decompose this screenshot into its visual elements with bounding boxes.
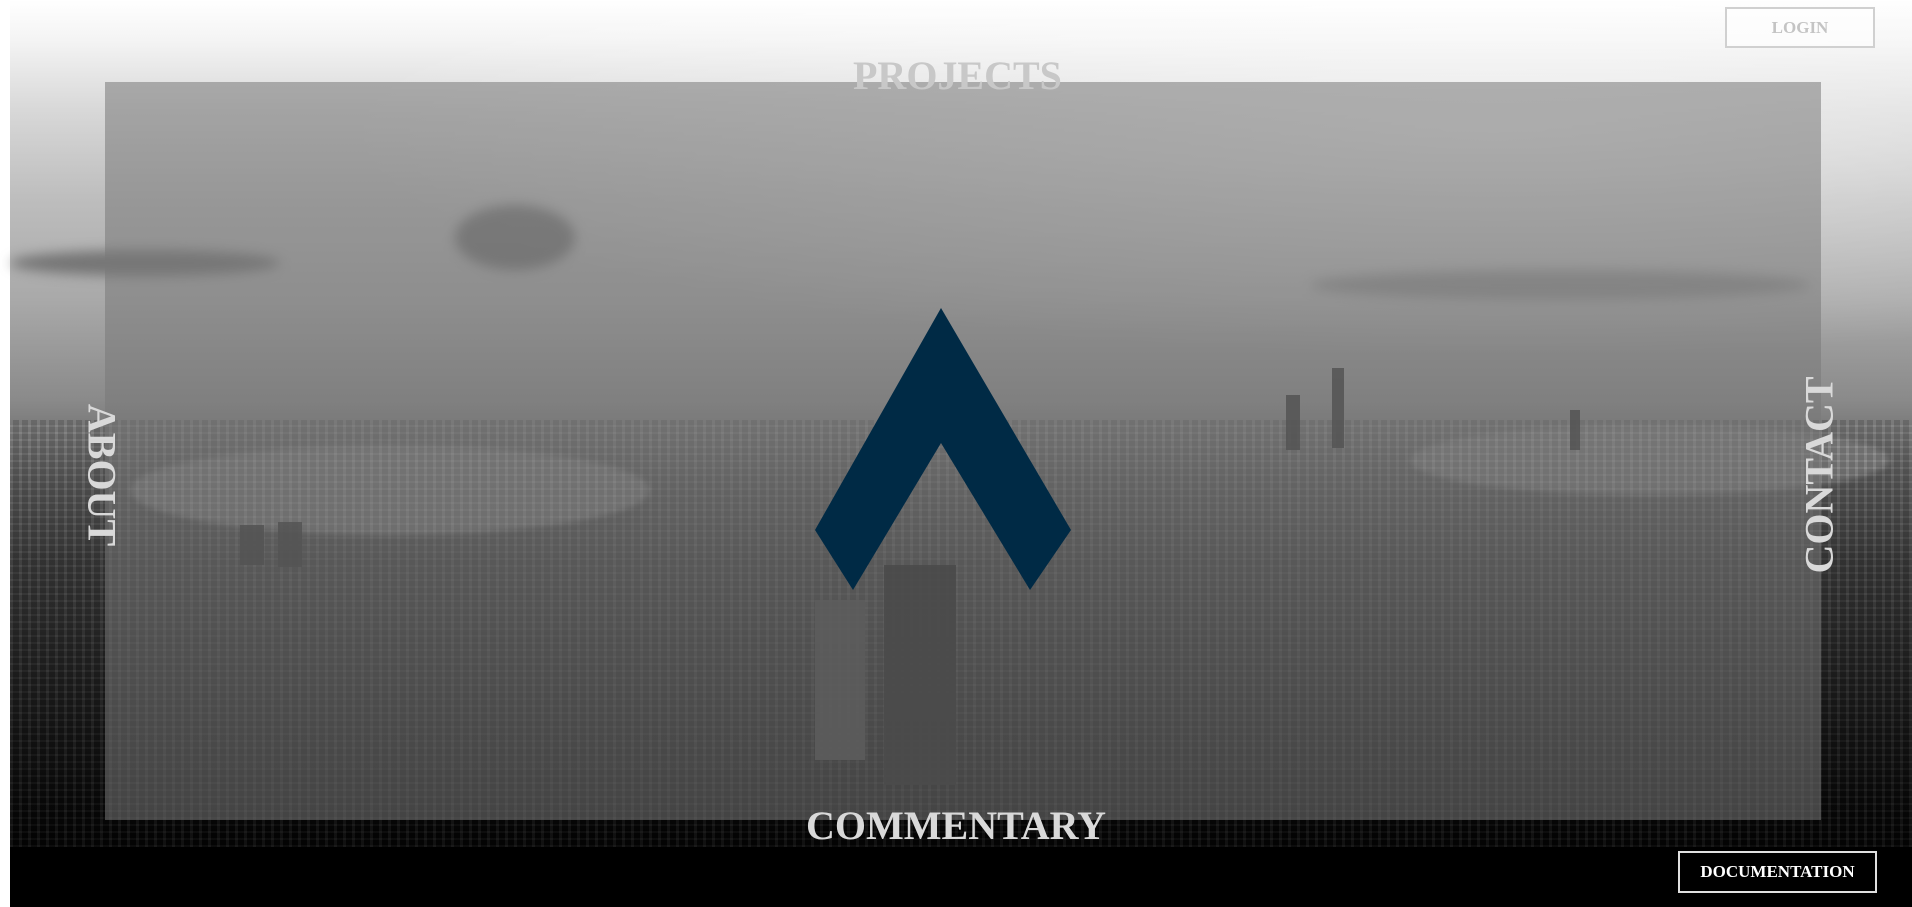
landing-page: PROJECTS COMMENTARY ABOUT CONTACT LOGIN … <box>0 0 1912 907</box>
chevron-up-logo-icon[interactable] <box>815 308 1071 590</box>
nav-link-about[interactable]: ABOUT <box>79 404 126 546</box>
nav-link-contact[interactable]: CONTACT <box>1796 376 1843 573</box>
logo-chevron-shape <box>815 308 1071 590</box>
login-button[interactable]: LOGIN <box>1725 7 1875 48</box>
nav-link-projects[interactable]: PROJECTS <box>853 52 1062 99</box>
nav-link-commentary[interactable]: COMMENTARY <box>806 802 1106 849</box>
bottom-dark-band <box>10 847 1912 907</box>
documentation-button[interactable]: DOCUMENTATION <box>1678 851 1877 893</box>
